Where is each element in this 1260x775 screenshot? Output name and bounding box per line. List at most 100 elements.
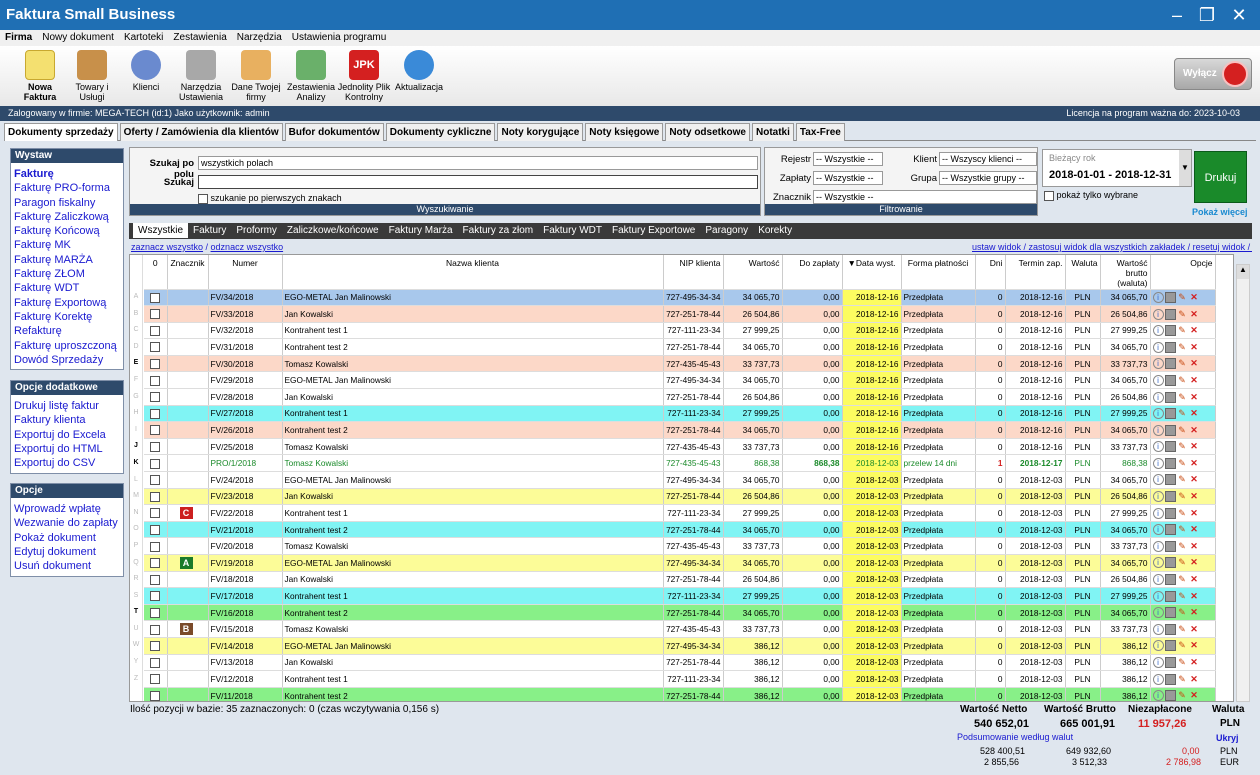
- doc-number[interactable]: FV/14/2018: [208, 637, 283, 655]
- doc-number[interactable]: FV/31/2018: [208, 338, 283, 356]
- print-icon[interactable]: [1164, 424, 1176, 436]
- rejestr-select[interactable]: -- Wszystkie --: [813, 152, 883, 166]
- edit-icon[interactable]: ✎: [1177, 591, 1188, 602]
- alpha-letter[interactable]: A: [130, 289, 142, 306]
- table-row[interactable]: FV/25/2018 Tomasz Kowalski 727-435-45-43 33…: [144, 438, 1216, 456]
- table-row[interactable]: FV/32/2018 Kontrahent test 1 727-111-23-34…: [144, 322, 1216, 340]
- show-selected-option[interactable]: pokaż tylko wybrane: [1044, 190, 1138, 201]
- row-select[interactable]: [144, 438, 168, 456]
- subtab-faktury[interactable]: Faktury: [188, 223, 231, 238]
- info-icon[interactable]: i: [1152, 657, 1164, 669]
- subtab-korekty[interactable]: Korekty: [753, 223, 797, 238]
- table-row[interactable]: FV/17/2018 Kontrahent test 1 727-111-23-34…: [144, 587, 1216, 605]
- panel-item[interactable]: Fakturę Końcową: [11, 224, 123, 238]
- delete-icon[interactable]: ✕: [1189, 624, 1200, 635]
- edit-icon[interactable]: ✎: [1177, 358, 1188, 369]
- products-button[interactable]: Towary i Usługi: [64, 50, 120, 102]
- row-select[interactable]: [144, 521, 168, 539]
- klient-select[interactable]: -- Wszyscy klienci --: [939, 152, 1037, 166]
- info-icon[interactable]: i: [1152, 391, 1164, 403]
- edit-icon[interactable]: ✎: [1177, 375, 1188, 386]
- alpha-letter[interactable]: Y: [130, 654, 142, 671]
- row-select[interactable]: [144, 454, 168, 473]
- delete-icon[interactable]: ✕: [1189, 474, 1200, 485]
- table-row[interactable]: FV/11/2018 Kontrahent test 2 727-251-78-44…: [144, 687, 1216, 701]
- panel-item[interactable]: Fakturę MK: [11, 238, 123, 252]
- table-row[interactable]: FV/24/2018 EGO-METAL Jan Malinowski 727-49…: [144, 471, 1216, 489]
- row-select[interactable]: [144, 537, 168, 555]
- column-header[interactable]: Do zapłaty: [782, 255, 843, 290]
- row-checkbox[interactable]: [150, 591, 161, 602]
- doc-number[interactable]: PRO/1/2018: [208, 454, 283, 473]
- print-icon[interactable]: [1164, 491, 1176, 503]
- alpha-letter[interactable]: W: [130, 637, 142, 654]
- print-icon[interactable]: [1164, 341, 1176, 353]
- column-header[interactable]: Opcje: [1150, 255, 1216, 290]
- show-selected-checkbox[interactable]: [1044, 190, 1054, 201]
- update-button[interactable]: Aktualizacja: [391, 50, 447, 92]
- delete-icon[interactable]: ✕: [1189, 342, 1200, 353]
- print-icon[interactable]: [1164, 441, 1176, 453]
- tab-cykliczne[interactable]: Dokumenty cykliczne: [385, 123, 496, 141]
- table-row[interactable]: A FV/19/2018 EGO-METAL Jan Malinowski 727-4…: [144, 554, 1216, 572]
- edit-icon[interactable]: ✎: [1177, 309, 1188, 320]
- table-row[interactable]: FV/20/2018 Tomasz Kowalski 727-435-45-43 33…: [144, 537, 1216, 555]
- edit-icon[interactable]: ✎: [1177, 325, 1188, 336]
- row-checkbox[interactable]: [150, 325, 161, 336]
- delete-icon[interactable]: ✕: [1189, 524, 1200, 535]
- by-currency-link[interactable]: Podsumowanie według walut: [957, 732, 1073, 742]
- row-checkbox[interactable]: [150, 674, 161, 685]
- print-icon[interactable]: [1164, 308, 1176, 320]
- zaplaty-select[interactable]: -- Wszystkie --: [813, 171, 883, 185]
- panel-item[interactable]: Dowód Sprzedaży: [11, 353, 123, 367]
- table-row[interactable]: FV/33/2018 Jan Kowalski 727-251-78-44 26 50…: [144, 305, 1216, 323]
- row-checkbox[interactable]: [150, 491, 161, 502]
- row-select[interactable]: [144, 388, 168, 406]
- doc-number[interactable]: FV/28/2018: [208, 388, 283, 406]
- delete-icon[interactable]: ✕: [1189, 657, 1200, 668]
- row-checkbox[interactable]: [150, 541, 161, 552]
- row-select[interactable]: [144, 338, 168, 356]
- menu-narzedzia[interactable]: Narzędzia: [232, 30, 287, 45]
- alpha-letter[interactable]: D: [130, 339, 142, 356]
- edit-icon[interactable]: ✎: [1177, 458, 1188, 469]
- row-select[interactable]: [144, 471, 168, 489]
- row-checkbox[interactable]: [150, 342, 161, 353]
- subtab-zlom[interactable]: Faktury za złom: [458, 223, 539, 238]
- info-icon[interactable]: i: [1152, 325, 1164, 337]
- alpha-letter[interactable]: S: [130, 588, 142, 605]
- clients-button[interactable]: Klienci: [118, 50, 174, 92]
- info-icon[interactable]: i: [1152, 524, 1164, 536]
- table-row[interactable]: FV/21/2018 Kontrahent test 2 727-251-78-44…: [144, 521, 1216, 539]
- doc-number[interactable]: FV/17/2018: [208, 587, 283, 605]
- edit-icon[interactable]: ✎: [1177, 474, 1188, 485]
- row-checkbox[interactable]: [150, 442, 161, 453]
- delete-icon[interactable]: ✕: [1189, 458, 1200, 469]
- edit-icon[interactable]: ✎: [1177, 674, 1188, 685]
- edit-icon[interactable]: ✎: [1177, 657, 1188, 668]
- edit-icon[interactable]: ✎: [1177, 690, 1188, 701]
- first-chars-checkbox[interactable]: [198, 193, 208, 204]
- delete-icon[interactable]: ✕: [1189, 408, 1200, 419]
- menu-kartoteki[interactable]: Kartoteki: [119, 30, 168, 45]
- panel-item[interactable]: Exportuj do Excela: [11, 428, 123, 442]
- delete-icon[interactable]: ✕: [1189, 574, 1200, 585]
- row-select[interactable]: [144, 637, 168, 655]
- select-all-link[interactable]: zaznacz wszystko: [131, 242, 203, 252]
- edit-icon[interactable]: ✎: [1177, 441, 1188, 452]
- doc-number[interactable]: FV/33/2018: [208, 305, 283, 323]
- alpha-letter[interactable]: L: [130, 472, 142, 489]
- panel-item[interactable]: Exportuj do CSV: [11, 456, 123, 470]
- print-icon[interactable]: [1164, 524, 1176, 536]
- view-links[interactable]: ustaw widok / zastosuj widok dla wszystk…: [972, 242, 1252, 252]
- doc-number[interactable]: FV/15/2018: [208, 620, 283, 638]
- print-icon[interactable]: [1164, 474, 1176, 486]
- column-header[interactable]: Znacznik: [167, 255, 209, 290]
- delete-icon[interactable]: ✕: [1189, 508, 1200, 519]
- grupa-select[interactable]: -- Wszystkie grupy --: [939, 171, 1037, 185]
- panel-item[interactable]: Drukuj listę faktur: [11, 399, 123, 413]
- doc-number[interactable]: FV/12/2018: [208, 670, 283, 688]
- year-box[interactable]: Bieżący rok 2018-01-01 - 2018-12-31 ▼: [1042, 149, 1192, 187]
- delete-icon[interactable]: ✕: [1189, 541, 1200, 552]
- info-icon[interactable]: i: [1152, 474, 1164, 486]
